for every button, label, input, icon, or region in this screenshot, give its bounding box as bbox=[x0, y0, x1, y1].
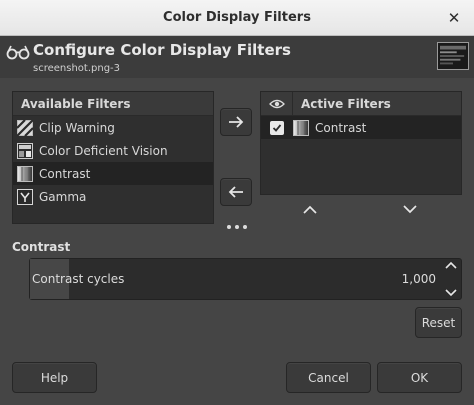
active-item-contrast[interactable]: Contrast bbox=[261, 116, 461, 139]
close-icon[interactable]: ✕ bbox=[444, 8, 464, 28]
more-options-icon[interactable] bbox=[227, 223, 247, 231]
active-filters-header: Active Filters bbox=[261, 91, 461, 116]
eye-icon[interactable] bbox=[261, 91, 293, 116]
available-filters-list[interactable]: Available Filters Clip Warning Color Def… bbox=[12, 91, 214, 224]
help-button[interactable]: Help bbox=[12, 362, 97, 393]
available-item-contrast[interactable]: Contrast bbox=[13, 162, 213, 185]
add-filter-button[interactable] bbox=[220, 108, 252, 136]
chevron-down-icon bbox=[403, 204, 417, 213]
image-name: screenshot.png-3 bbox=[33, 63, 121, 74]
ok-button[interactable]: OK bbox=[377, 362, 462, 393]
window-title: Color Display Filters bbox=[163, 10, 311, 25]
enabled-checkbox[interactable] bbox=[270, 120, 284, 135]
glasses-icon bbox=[6, 45, 30, 60]
spin-down-icon[interactable] bbox=[445, 289, 457, 297]
active-item-label: Contrast bbox=[315, 120, 367, 135]
filter-settings-title: Contrast bbox=[12, 240, 71, 254]
available-item-label: Gamma bbox=[39, 189, 87, 204]
contrast-icon bbox=[293, 119, 309, 136]
available-item-color-deficient-vision[interactable]: Color Deficient Vision bbox=[13, 139, 213, 162]
available-item-label: Clip Warning bbox=[39, 120, 115, 135]
image-thumbnail bbox=[437, 42, 469, 70]
dialog-title: Configure Color Display Filters bbox=[33, 41, 291, 59]
contrast-cycles-spin-scale[interactable]: Contrast cycles 1,000 bbox=[29, 258, 462, 300]
available-filters-heading: Available Filters bbox=[13, 92, 213, 116]
available-item-clip-warning[interactable]: Clip Warning bbox=[13, 116, 213, 139]
contrast-icon bbox=[17, 165, 33, 182]
arrow-right-icon bbox=[229, 116, 244, 128]
chevron-up-icon bbox=[303, 205, 317, 214]
checkmark-icon bbox=[272, 123, 282, 132]
cancel-button[interactable]: Cancel bbox=[286, 362, 371, 393]
active-filters-list[interactable]: Active Filters Contrast bbox=[260, 91, 462, 195]
spin-up-icon[interactable] bbox=[445, 261, 457, 269]
dialog-header: Configure Color Display Filters screensh… bbox=[0, 36, 474, 78]
window-titlebar: Color Display Filters ✕ bbox=[0, 0, 474, 36]
move-up-button[interactable] bbox=[297, 199, 323, 219]
color-deficient-icon bbox=[17, 142, 33, 159]
clip-warning-icon bbox=[17, 119, 33, 136]
contrast-cycles-label: Contrast cycles bbox=[32, 272, 125, 286]
contrast-cycles-value: 1,000 bbox=[401, 272, 436, 286]
available-item-label: Color Deficient Vision bbox=[39, 143, 168, 158]
reset-button[interactable]: Reset bbox=[415, 307, 462, 338]
available-item-gamma[interactable]: Gamma bbox=[13, 185, 213, 208]
remove-filter-button[interactable] bbox=[220, 178, 252, 206]
arrow-left-icon bbox=[228, 186, 243, 198]
available-item-label: Contrast bbox=[39, 166, 91, 181]
active-filters-heading: Active Filters bbox=[301, 96, 391, 111]
gamma-icon bbox=[17, 188, 33, 205]
move-down-button[interactable] bbox=[397, 199, 423, 219]
